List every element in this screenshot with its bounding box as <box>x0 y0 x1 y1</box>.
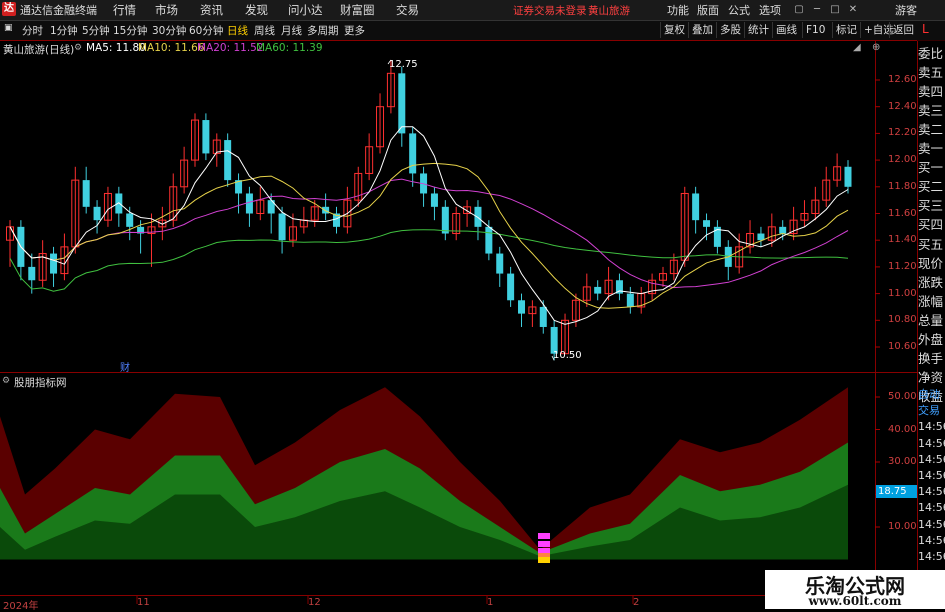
candle-body-down <box>430 193 438 207</box>
candle-body-down <box>28 266 36 281</box>
indicator-axis-label: 40.00 <box>888 423 917 435</box>
price-axis-label: 12.60 <box>888 74 917 85</box>
ma60-line <box>9 229 849 292</box>
legend-ma20: MA20: 11.52 <box>197 42 264 54</box>
time-label-feb: 2 <box>633 597 640 608</box>
candle-body-down <box>93 206 101 221</box>
price-axis-label: 10.60 <box>888 341 917 352</box>
chart-canvas[interactable] <box>0 0 945 609</box>
legend-ma60: MA60: 11.39 <box>256 42 323 54</box>
candle-body-down <box>594 286 602 294</box>
candle-body-down <box>115 193 123 214</box>
indicator-settings-icon[interactable]: ⚙ <box>2 376 10 386</box>
side-tab-item[interactable]: 净资 <box>918 368 945 387</box>
app-window: 达 通达信金融终端 行情 市场 资讯 发现 问小达 财富圈 交易 证券交易未登录… <box>0 0 945 612</box>
legend-settings-icon[interactable]: ⚙ <box>74 43 82 53</box>
candle-body-down <box>626 293 634 307</box>
candle-body-down <box>703 220 711 227</box>
chart-legend-title: 黄山旅游(日线) <box>3 44 75 56</box>
side-tab-item[interactable]: 外盘 <box>918 330 945 349</box>
price-axis-label: 12.20 <box>888 127 917 139</box>
side-tab-item[interactable]: 买五 <box>918 235 945 254</box>
candle-body-down <box>518 300 526 314</box>
side-time-item: 14:56 <box>918 550 945 563</box>
ma5-line <box>9 126 849 325</box>
indicator-title: 股朋指标网 <box>14 377 67 389</box>
candle-body-down <box>409 133 417 174</box>
price-axis-label: 10.80 <box>888 314 917 326</box>
candle-body-down <box>692 193 700 221</box>
legend-ma5: MA5: 11.80 <box>86 42 146 54</box>
price-axis-label: 11.80 <box>888 180 917 192</box>
candle-body-down <box>844 166 852 187</box>
watermark-url: www.60lt.com <box>808 594 902 608</box>
candle-body-down <box>507 273 515 301</box>
side-tab-item[interactable]: 委比 <box>918 44 945 63</box>
side-tab-item[interactable]: 卖一 <box>918 139 945 158</box>
side-tab-item[interactable]: 卖三 <box>918 101 945 120</box>
chart-expand-icon[interactable]: ◢ <box>853 42 861 53</box>
price-axis-label: 11.60 <box>888 207 917 219</box>
side-tab-item[interactable]: 涨跌 <box>918 273 945 292</box>
candle-body-down <box>779 226 787 234</box>
candle-body-down <box>441 206 449 234</box>
candle-body-down <box>398 73 406 134</box>
time-label-jan: 1 <box>487 597 494 608</box>
time-label-dec: 12 <box>308 597 321 608</box>
price-axis-label: 11.40 <box>888 234 917 246</box>
side-tab-item[interactable]: 买一 <box>918 158 945 177</box>
current-value-badge: 18.75 <box>876 485 918 498</box>
candle-body-down <box>322 206 330 214</box>
watermark-banner: 乐淘公式网 www.60lt.com <box>765 570 945 609</box>
side-tab-item[interactable]: 卖四 <box>918 82 945 101</box>
candle-body-down <box>82 180 90 207</box>
indicator-axis-label: 50.00 <box>888 391 917 402</box>
side-tab-item[interactable]: 买三 <box>918 196 945 215</box>
side-tab-item[interactable]: 卖二 <box>918 120 945 139</box>
high-price-mark: 12.75 <box>389 59 418 70</box>
indicator-axis-label: 30.00 <box>888 456 917 467</box>
candle-body-down <box>757 233 765 241</box>
side-tab-item[interactable]: 买二 <box>918 177 945 196</box>
candle-body-down <box>50 253 58 274</box>
candle-body-down <box>202 120 210 154</box>
time-label-nov: 11 <box>137 597 150 608</box>
price-axis-label: 12.40 <box>888 100 917 112</box>
candle-body-down <box>485 226 493 254</box>
candle-body-down <box>278 213 286 241</box>
candle-body-down <box>474 206 482 227</box>
chart-zoom-icon[interactable]: ⊕ <box>872 42 880 53</box>
low-price-mark: 10.50 <box>553 350 582 361</box>
side-tab-item[interactable]: 换手 <box>918 349 945 368</box>
indicator-axis-label: 10.00 <box>888 521 917 532</box>
side-tab-item[interactable]: 现价 <box>918 254 945 273</box>
candle-body-down <box>126 213 134 227</box>
price-axis-label: 12.00 <box>888 154 917 166</box>
candle-body-down <box>245 193 253 214</box>
finance-event-mark[interactable]: 财 <box>120 359 130 374</box>
side-tab-item[interactable]: 买四 <box>918 215 945 234</box>
time-label-year: 2024年 <box>3 601 39 612</box>
indicator-signal-block <box>538 541 550 547</box>
candle-body-down <box>496 253 504 274</box>
indicator-signal-block <box>538 533 550 539</box>
indicator-signal-block <box>538 557 550 563</box>
legend-ma10: MA10: 11.66 <box>138 42 205 54</box>
candle-body-down <box>539 306 547 327</box>
side-tab-item[interactable]: 涨幅 <box>918 292 945 311</box>
ma20-line <box>9 178 849 289</box>
price-axis-label: 11.20 <box>888 260 917 272</box>
side-tab-item[interactable]: 总量 <box>918 311 945 330</box>
side-tab-item[interactable]: 卖五 <box>918 63 945 82</box>
candle-body-down <box>224 140 232 181</box>
price-axis-label: 11.00 <box>888 287 917 299</box>
